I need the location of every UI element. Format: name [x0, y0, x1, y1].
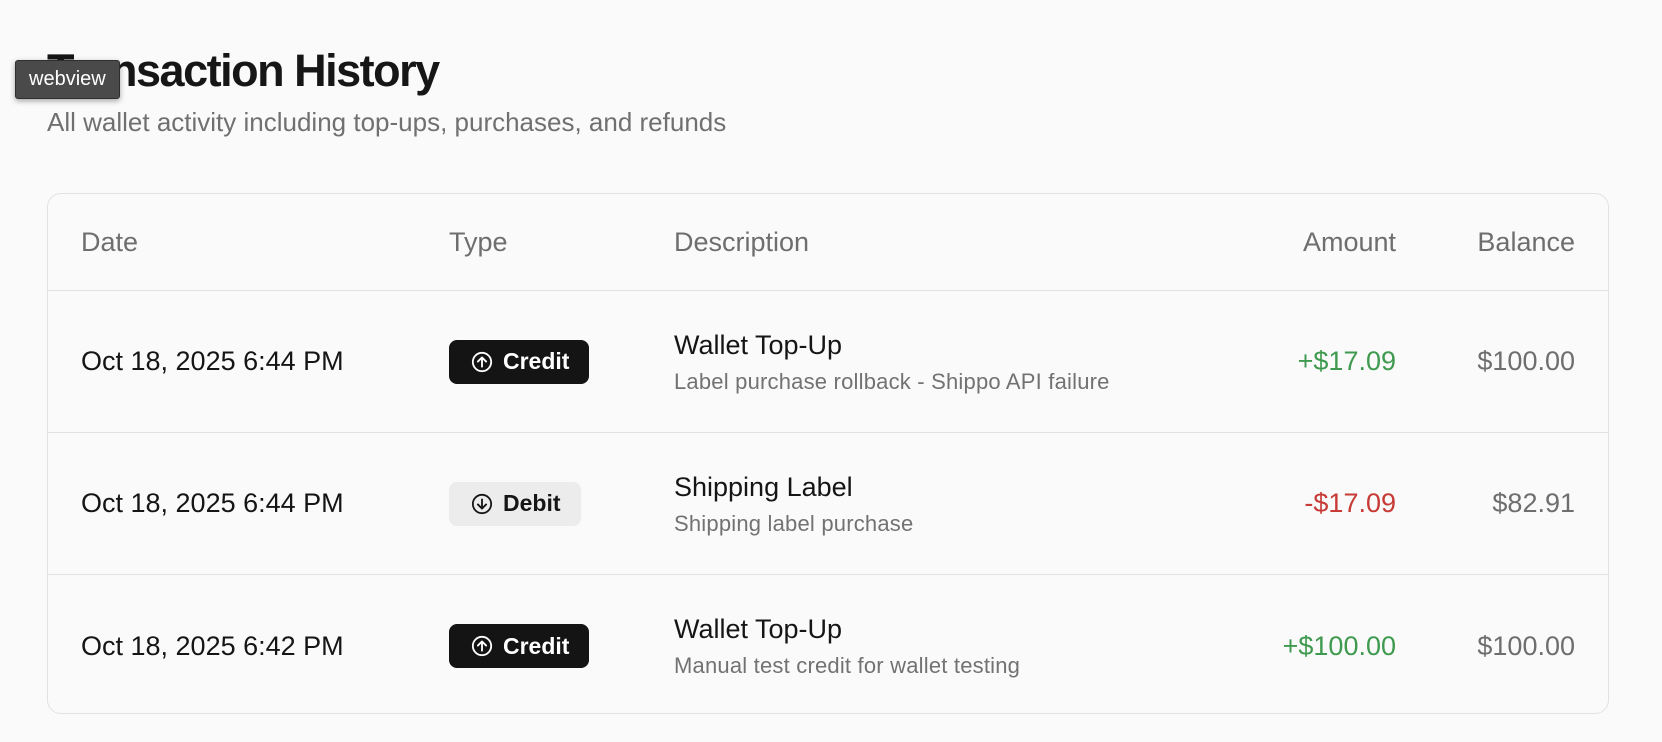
- table-row[interactable]: Oct 18, 2025 6:42 PM Credit Wallet Top-U…: [48, 575, 1608, 713]
- page: Transaction History All wallet activity …: [47, 40, 1611, 714]
- page-title: Transaction History: [47, 45, 440, 96]
- page-subtitle: All wallet activity including top-ups, p…: [47, 107, 727, 137]
- type-badge-label: Credit: [503, 632, 570, 659]
- transaction-date: Oct 18, 2025 6:44 PM: [81, 346, 344, 376]
- column-header-balance[interactable]: Balance: [1477, 194, 1575, 290]
- column-header-amount[interactable]: Amount: [1303, 194, 1396, 290]
- arrow-up-circle-icon: [471, 635, 493, 657]
- transaction-description: Label purchase rollback - Shippo API fai…: [674, 368, 1110, 394]
- transaction-amount: +$100.00: [1282, 630, 1396, 661]
- type-badge-label: Credit: [503, 348, 570, 374]
- transaction-date: Oct 18, 2025 6:44 PM: [81, 488, 344, 518]
- transaction-amount: -$17.09: [1304, 488, 1396, 518]
- table-header-row: Date Type Description Amount Balance: [48, 194, 1608, 291]
- transaction-date: Oct 18, 2025 6:42 PM: [81, 630, 344, 661]
- transactions-table: Date Type Description Amount Balance Oct…: [47, 193, 1609, 714]
- webview-tooltip: webview: [15, 60, 120, 99]
- type-badge-label: Debit: [503, 490, 561, 516]
- type-badge-debit: Debit: [449, 481, 581, 526]
- type-badge-credit: Credit: [449, 624, 590, 668]
- transaction-balance: $100.00: [1477, 630, 1575, 661]
- transaction-balance: $100.00: [1477, 346, 1575, 376]
- table-row[interactable]: Oct 18, 2025 6:44 PM Credit Wallet Top-U…: [48, 291, 1608, 433]
- column-header-type[interactable]: Type: [449, 194, 508, 290]
- transaction-balance: $82.91: [1492, 488, 1575, 518]
- table-row[interactable]: Oct 18, 2025 6:44 PM Debit Shipping Labe…: [48, 433, 1608, 575]
- transaction-title: Shipping Label: [674, 471, 853, 502]
- transaction-description: Shipping label purchase: [674, 510, 914, 536]
- transaction-title: Wallet Top-Up: [674, 329, 843, 360]
- column-header-date[interactable]: Date: [81, 194, 138, 290]
- transaction-description: Manual test credit for wallet testing: [674, 653, 1021, 678]
- type-badge-credit: Credit: [449, 339, 590, 384]
- arrow-up-circle-icon: [471, 351, 493, 372]
- transaction-amount: +$17.09: [1297, 346, 1396, 376]
- arrow-down-circle-icon: [471, 493, 493, 514]
- transaction-title: Wallet Top-Up: [674, 614, 843, 644]
- column-header-description[interactable]: Description: [674, 194, 809, 290]
